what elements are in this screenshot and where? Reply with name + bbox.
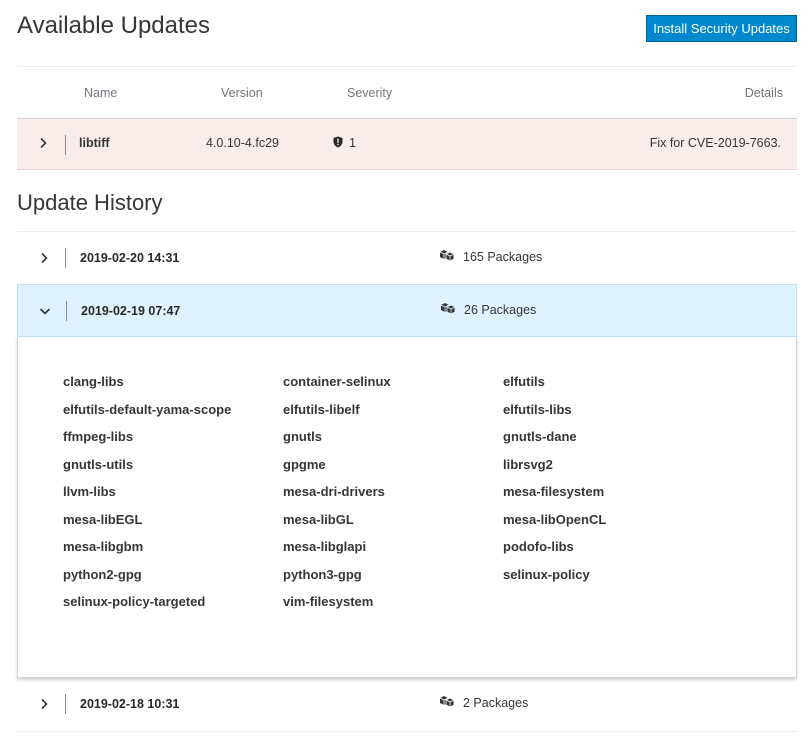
row-divider (65, 694, 66, 714)
row-divider (66, 301, 67, 321)
list-item: elfutils (503, 374, 545, 389)
install-security-updates-button[interactable]: Install Security Updates (646, 15, 797, 42)
update-severity: 1 (333, 136, 356, 150)
list-item: python3-gpg (283, 566, 362, 582)
chevron-right-icon[interactable] (37, 137, 49, 149)
history-package-count: 26 Packages (440, 302, 536, 317)
list-item: mesa-libglapi (283, 539, 367, 554)
update-name: libtiff (79, 136, 110, 150)
column-header-name[interactable]: Name (84, 86, 117, 100)
list-item: elfutils-libelf (283, 401, 360, 417)
expanded-package-panel: clang-libs container-selinux elfutils elfut… (17, 337, 797, 678)
list-item: librsvg2 (503, 456, 553, 472)
available-updates-table: Name Version Severity Details libtiff 4.… (17, 66, 797, 170)
packages-icon (440, 303, 456, 315)
package-count-label: 2 Packages (463, 696, 529, 710)
history-row[interactable]: 2019-02-20 14:31 165 Packages (17, 231, 797, 284)
list-item: podofo-libs (503, 539, 574, 554)
column-header-version[interactable]: Version (221, 86, 263, 100)
list-item: mesa-libEGL (63, 511, 143, 527)
history-row[interactable]: 2019-02-18 10:31 2 Packages (17, 678, 797, 731)
list-item: mesa-libGL (283, 511, 354, 527)
severity-count: 1 (349, 136, 356, 150)
chevron-down-icon[interactable] (39, 305, 51, 317)
package-list: clang-libs container-selinux elfutils elfut… (63, 368, 763, 616)
page-title: Available Updates (17, 12, 211, 39)
list-item: selinux-policy-targeted (63, 594, 206, 609)
history-package-count: 165 Packages (439, 249, 542, 264)
list-item: mesa-filesystem (503, 484, 605, 499)
update-version: 4.0.10-4.fc29 (206, 136, 279, 150)
chevron-right-icon[interactable] (38, 252, 50, 264)
list-item: gnutls-utils (63, 456, 134, 472)
list-item: python2-gpg (63, 566, 142, 582)
update-history-list: 2019-02-20 14:31 165 Packages 2019-02-19… (17, 231, 797, 731)
list-item: gpgme (283, 456, 326, 472)
list-item: mesa-libOpenCL (503, 511, 607, 527)
package-count-label: 165 Packages (463, 250, 543, 264)
package-count-label: 26 Packages (464, 303, 537, 317)
history-row-expanded[interactable]: 2019-02-19 07:47 26 Packages (17, 284, 797, 337)
table-row[interactable]: libtiff 4.0.10-4.fc29 1 Fix for CVE-2019… (17, 119, 797, 170)
security-shield-icon (333, 136, 343, 148)
list-item: llvm-libs (63, 484, 116, 499)
packages-icon (439, 250, 455, 262)
history-package-count: 2 Packages (439, 695, 528, 710)
history-date: 2019-02-19 07:47 (81, 304, 181, 318)
packages-icon (439, 696, 455, 708)
list-item: mesa-dri-drivers (283, 484, 385, 499)
table-header: Name Version Severity Details (17, 66, 797, 119)
list-item: vim-filesystem (283, 594, 374, 609)
history-date: 2019-02-18 10:31 (80, 697, 180, 711)
list-item: mesa-libgbm (63, 539, 144, 554)
list-item: container-selinux (283, 374, 391, 389)
update-history-title: Update History (17, 190, 163, 215)
list-bottom-divider (17, 731, 797, 732)
list-item: elfutils-default-yama-scope (63, 401, 232, 417)
list-item: ffmpeg-libs (63, 429, 134, 444)
list-item: gnutls (283, 429, 322, 444)
list-item: clang-libs (63, 374, 124, 389)
list-item: elfutils-libs (503, 401, 572, 417)
list-item: selinux-policy (503, 566, 590, 582)
column-header-details[interactable]: Details (745, 86, 783, 100)
list-item: gnutls-dane (503, 429, 577, 444)
chevron-right-icon[interactable] (38, 698, 50, 710)
history-date: 2019-02-20 14:31 (80, 251, 180, 265)
column-header-severity[interactable]: Severity (347, 86, 392, 100)
row-divider (65, 135, 66, 155)
row-divider (65, 248, 66, 268)
update-details: Fix for CVE-2019-7663. (649, 136, 781, 150)
